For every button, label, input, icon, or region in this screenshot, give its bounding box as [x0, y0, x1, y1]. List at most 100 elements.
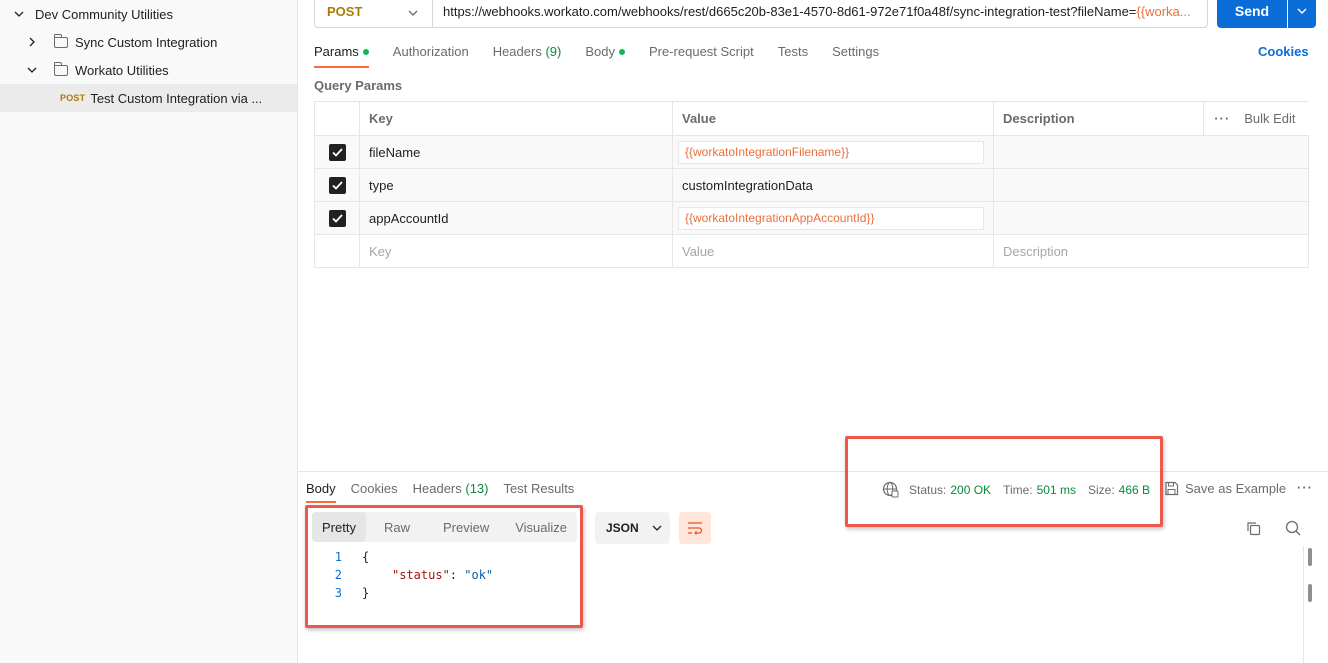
- tab-pre-request-script[interactable]: Pre-request Script: [649, 44, 754, 68]
- scrollbar-thumb[interactable]: [1308, 584, 1312, 602]
- value-header: Value: [672, 101, 994, 136]
- tree-item-sync-custom-integration[interactable]: Sync Custom Integration: [0, 28, 297, 56]
- tree-item-label: Dev Community Utilities: [35, 6, 173, 22]
- tree-item-label: Workato Utilities: [75, 62, 169, 78]
- tab-label: Headers: [492, 44, 542, 59]
- indicator-dot: [362, 49, 369, 55]
- scroll-track: [1303, 546, 1304, 663]
- param-value[interactable]: {{workatoIntegrationAppAccountId}}: [678, 206, 984, 230]
- cookies-link[interactable]: Cookies: [1258, 44, 1309, 59]
- tab-response-body[interactable]: Body: [306, 481, 336, 503]
- more-options-icon[interactable]: ···: [1297, 480, 1313, 495]
- param-key[interactable]: type: [359, 168, 673, 202]
- new-description-input[interactable]: Description: [993, 234, 1309, 268]
- chevron-right-icon[interactable]: [26, 36, 38, 48]
- tree-item-dev-community-utilities[interactable]: Dev Community Utilities: [0, 0, 297, 28]
- tab-response-cookies[interactable]: Cookies: [351, 481, 398, 503]
- checkbox-cell: [314, 201, 360, 235]
- param-value[interactable]: customIntegrationData: [672, 168, 994, 202]
- response-tabs: Body Cookies Headers (13) Test Results: [306, 481, 589, 505]
- table-row: fileName {{workatoIntegrationFilename}}: [314, 135, 1309, 169]
- url-input[interactable]: https://webhooks.workato.com/webhooks/re…: [433, 4, 1203, 19]
- send-options-button[interactable]: [1288, 0, 1316, 28]
- tree-item-workato-utilities[interactable]: Workato Utilities: [0, 56, 297, 84]
- format-value: JSON: [606, 521, 639, 535]
- row-checkbox[interactable]: [328, 176, 346, 194]
- more-icon[interactable]: ···: [1214, 111, 1230, 126]
- new-key-input[interactable]: Key: [359, 234, 673, 268]
- table-header-row: Key Value Description ··· Bulk Edit: [314, 101, 1309, 136]
- indicator-dot: [618, 49, 625, 55]
- response-highlight-box: [305, 505, 583, 628]
- headers-count: (9): [545, 44, 562, 59]
- response-divider: [298, 471, 1328, 472]
- send-button[interactable]: Send: [1217, 0, 1287, 28]
- url-bar: POST https://webhooks.workato.com/webhoo…: [314, 0, 1208, 28]
- chevron-down-icon[interactable]: [26, 64, 38, 76]
- status-highlight-box: [845, 436, 1163, 527]
- save-example-label: Save as Example: [1185, 481, 1287, 496]
- method-badge: POST: [60, 93, 86, 103]
- param-key[interactable]: appAccountId: [359, 201, 673, 235]
- param-key[interactable]: fileName: [359, 135, 673, 169]
- tab-headers[interactable]: Headers (9): [493, 44, 562, 68]
- tab-label: Authorization: [392, 44, 469, 59]
- bulk-edit-area: ··· Bulk Edit: [1203, 102, 1308, 135]
- copy-icon[interactable]: [1243, 518, 1263, 538]
- param-description[interactable]: [993, 168, 1309, 202]
- table-row: appAccountId {{workatoIntegrationAppAcco…: [314, 201, 1309, 235]
- sidebar: Dev Community Utilities Sync Custom Inte…: [0, 0, 298, 663]
- save-icon: [1164, 481, 1179, 496]
- checkbox-cell: [314, 168, 360, 202]
- chevron-down-icon[interactable]: [13, 8, 25, 20]
- tab-label: Body: [585, 44, 615, 59]
- tab-settings[interactable]: Settings: [832, 44, 879, 68]
- method-value: POST: [327, 3, 363, 19]
- key-header: Key: [359, 101, 673, 136]
- tab-params[interactable]: Params: [314, 44, 369, 68]
- params-table: Key Value Description ··· Bulk Edit file…: [314, 101, 1309, 268]
- method-select[interactable]: POST: [315, 0, 433, 27]
- tree-item-test-custom-integration[interactable]: POST Test Custom Integration via ...: [0, 84, 297, 112]
- description-header: Description ··· Bulk Edit: [993, 101, 1309, 136]
- tab-body[interactable]: Body: [585, 44, 625, 68]
- table-row: type customIntegrationData: [314, 168, 1309, 202]
- param-description[interactable]: [993, 201, 1309, 235]
- new-value-input[interactable]: Value: [672, 234, 994, 268]
- folder-icon: [53, 33, 68, 48]
- param-value[interactable]: {{workatoIntegrationFilename}}: [678, 140, 984, 164]
- tab-label: Pre-request Script: [648, 44, 754, 59]
- scrollbar-thumb[interactable]: [1308, 548, 1312, 566]
- chevron-down-icon: [408, 6, 418, 21]
- format-select[interactable]: JSON: [595, 512, 670, 544]
- url-base: https://webhooks.workato.com/webhooks/re…: [443, 3, 1137, 19]
- tab-test-results[interactable]: Test Results: [504, 481, 575, 503]
- tab-label: Tests: [777, 44, 809, 59]
- param-value-cell: {{workatoIntegrationAppAccountId}}: [672, 201, 994, 235]
- tree-item-label: Sync Custom Integration: [75, 34, 218, 50]
- row-checkbox[interactable]: [328, 209, 346, 227]
- description-header-label: Description: [1003, 111, 1075, 126]
- param-description[interactable]: [993, 135, 1309, 169]
- search-icon[interactable]: [1283, 518, 1303, 538]
- param-value-cell: {{workatoIntegrationFilename}}: [672, 135, 994, 169]
- tab-label: Settings: [832, 44, 880, 59]
- save-as-example-button[interactable]: Save as Example: [1164, 481, 1286, 496]
- headers-count: (13): [465, 481, 489, 496]
- folder-icon: [53, 61, 68, 76]
- tab-response-headers[interactable]: Headers (13): [413, 481, 489, 503]
- bulk-edit-button[interactable]: Bulk Edit: [1244, 111, 1295, 126]
- chevron-down-icon: [1297, 4, 1307, 19]
- request-tabs: Params Authorization Headers (9) Body Pr…: [314, 44, 903, 68]
- url-variable: {{worka...: [1136, 3, 1191, 19]
- wrap-lines-button[interactable]: [679, 512, 711, 544]
- tab-authorization[interactable]: Authorization: [393, 44, 469, 68]
- wrap-icon: [687, 521, 703, 535]
- checkbox-cell: [314, 234, 360, 268]
- row-checkbox[interactable]: [328, 143, 346, 161]
- checkbox-header: [314, 101, 360, 136]
- chevron-down-icon: [652, 523, 662, 533]
- tab-tests[interactable]: Tests: [778, 44, 808, 68]
- checkbox-cell: [314, 135, 360, 169]
- tree-item-label: Test Custom Integration via ...: [90, 90, 263, 106]
